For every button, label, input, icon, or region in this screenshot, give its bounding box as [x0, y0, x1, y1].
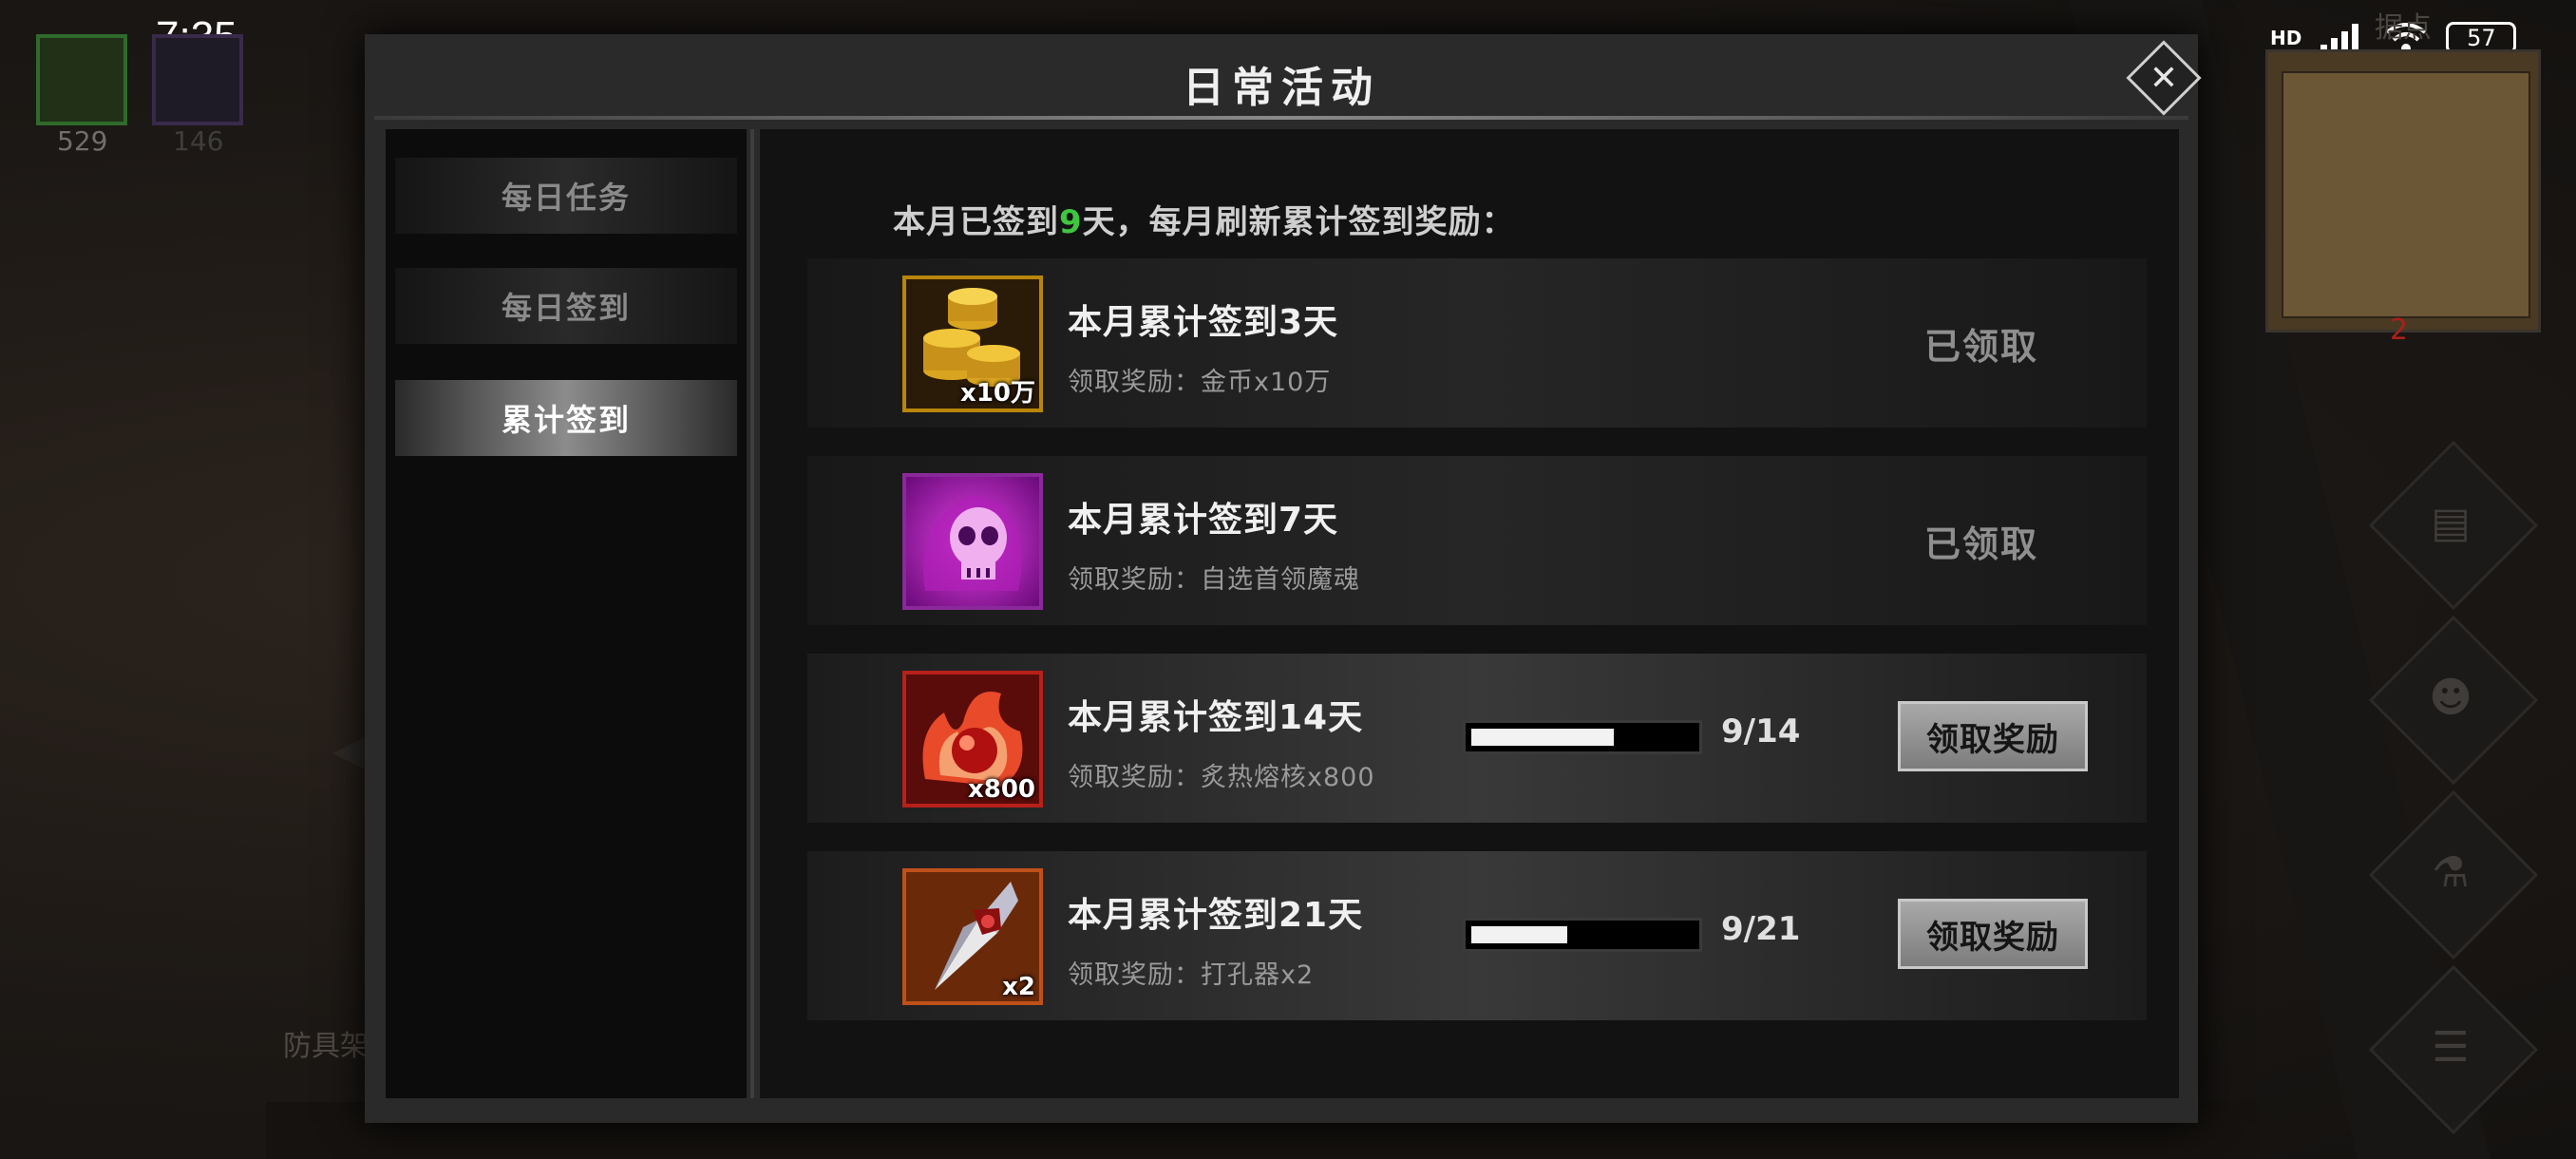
purple-skull-soul-icon: [902, 473, 1043, 610]
summary-prefix: 本月已签到: [893, 203, 1059, 241]
background-label: 防具架: [283, 1030, 369, 1063]
tab-daily-checkin[interactable]: 每日签到: [395, 268, 737, 344]
row-reward: 领取奖励：炙热熔核x800: [1068, 763, 1375, 792]
tab-cumulative-checkin[interactable]: 累计签到: [395, 380, 737, 456]
inventory-slot-potion[interactable]: [36, 34, 127, 125]
progress-text: 9/21: [1721, 910, 1801, 948]
row-reward: 领取奖励：金币x10万: [1068, 368, 1332, 397]
dialog-title: 日常活动: [1183, 64, 1380, 112]
tab-sidebar: 每日任务 每日签到 累计签到: [386, 129, 747, 1098]
daily-activities-dialog: 日常活动 ✕ 每日任务 每日签到 累计签到 本月已签到9天，每月刷新累计签到奖励…: [365, 34, 2202, 1123]
sidebar-divider: [750, 129, 754, 1098]
claim-reward-button[interactable]: 领取奖励: [1898, 701, 2088, 771]
progress-text: 9/14: [1721, 712, 1801, 750]
row-reward: 领取奖励：打孔器x2: [1068, 960, 1315, 990]
reward-row: x800 本月累计签到14天 领取奖励：炙热熔核x800 9/14 领取奖励: [807, 654, 2147, 823]
inventory-slot-item[interactable]: [152, 34, 243, 125]
tab-daily-tasks[interactable]: 每日任务: [395, 158, 737, 234]
row-title: 本月累计签到7天: [1068, 501, 1339, 540]
progress-bar: [1463, 918, 1702, 952]
summary-days: 9: [1059, 203, 1083, 241]
row-title: 本月累计签到14天: [1068, 698, 1364, 737]
list-icon: ☰: [2432, 1022, 2470, 1072]
reward-row: 本月累计签到7天 领取奖励：自选首领魔魂 已领取: [807, 456, 2147, 625]
row-title: 本月累计签到21天: [1068, 896, 1364, 935]
checkin-summary: 本月已签到9天，每月刷新累计签到奖励：: [893, 196, 1515, 242]
close-icon[interactable]: ✕: [2137, 51, 2190, 104]
item-quantity: x10万: [960, 379, 1035, 408]
progress-fill: [1471, 926, 1567, 943]
left-arrow-icon[interactable]: ◀: [332, 722, 369, 777]
minimap[interactable]: [2265, 49, 2541, 332]
inventory-count: 529: [57, 125, 108, 157]
claimed-status: 已领取: [1924, 523, 2039, 565]
row-title: 本月累计签到3天: [1068, 303, 1339, 342]
item-quantity: x2: [1002, 973, 1035, 1001]
progress-bar: [1463, 720, 1702, 754]
flask-icon: ⚗: [2432, 847, 2470, 897]
people-icon: ☻: [2429, 673, 2472, 722]
title-divider: [374, 116, 2188, 120]
item-quantity: x800: [967, 775, 1035, 804]
crystal-spike-icon: x2: [902, 868, 1043, 1005]
scroll-icon: ▤: [2431, 498, 2471, 547]
summary-suffix: 天，每月刷新累计签到奖励：: [1082, 203, 1515, 241]
reward-row: x2 本月累计签到21天 领取奖励：打孔器x2 9/21 领取奖励: [807, 851, 2147, 1020]
network-label: HD: [2270, 27, 2302, 49]
row-reward: 领取奖励：自选首领魔魂: [1068, 565, 1360, 595]
gold-coins-icon: x10万: [902, 276, 1043, 412]
inventory-count: 146: [173, 125, 224, 157]
claimed-status: 已领取: [1924, 326, 2039, 368]
minimap-number: 2: [2390, 314, 2409, 347]
reward-row: x10万 本月累计签到3天 领取奖励：金币x10万 已领取: [807, 258, 2147, 428]
minimap-label: 据点: [2375, 11, 2432, 45]
checkin-content: 本月已签到9天，每月刷新累计签到奖励： x10万 本月累计签到3天 领取奖励：金…: [760, 129, 2179, 1098]
progress-fill: [1471, 729, 1614, 746]
flaming-orb-icon: x800: [902, 671, 1043, 808]
claim-reward-button[interactable]: 领取奖励: [1898, 899, 2088, 969]
